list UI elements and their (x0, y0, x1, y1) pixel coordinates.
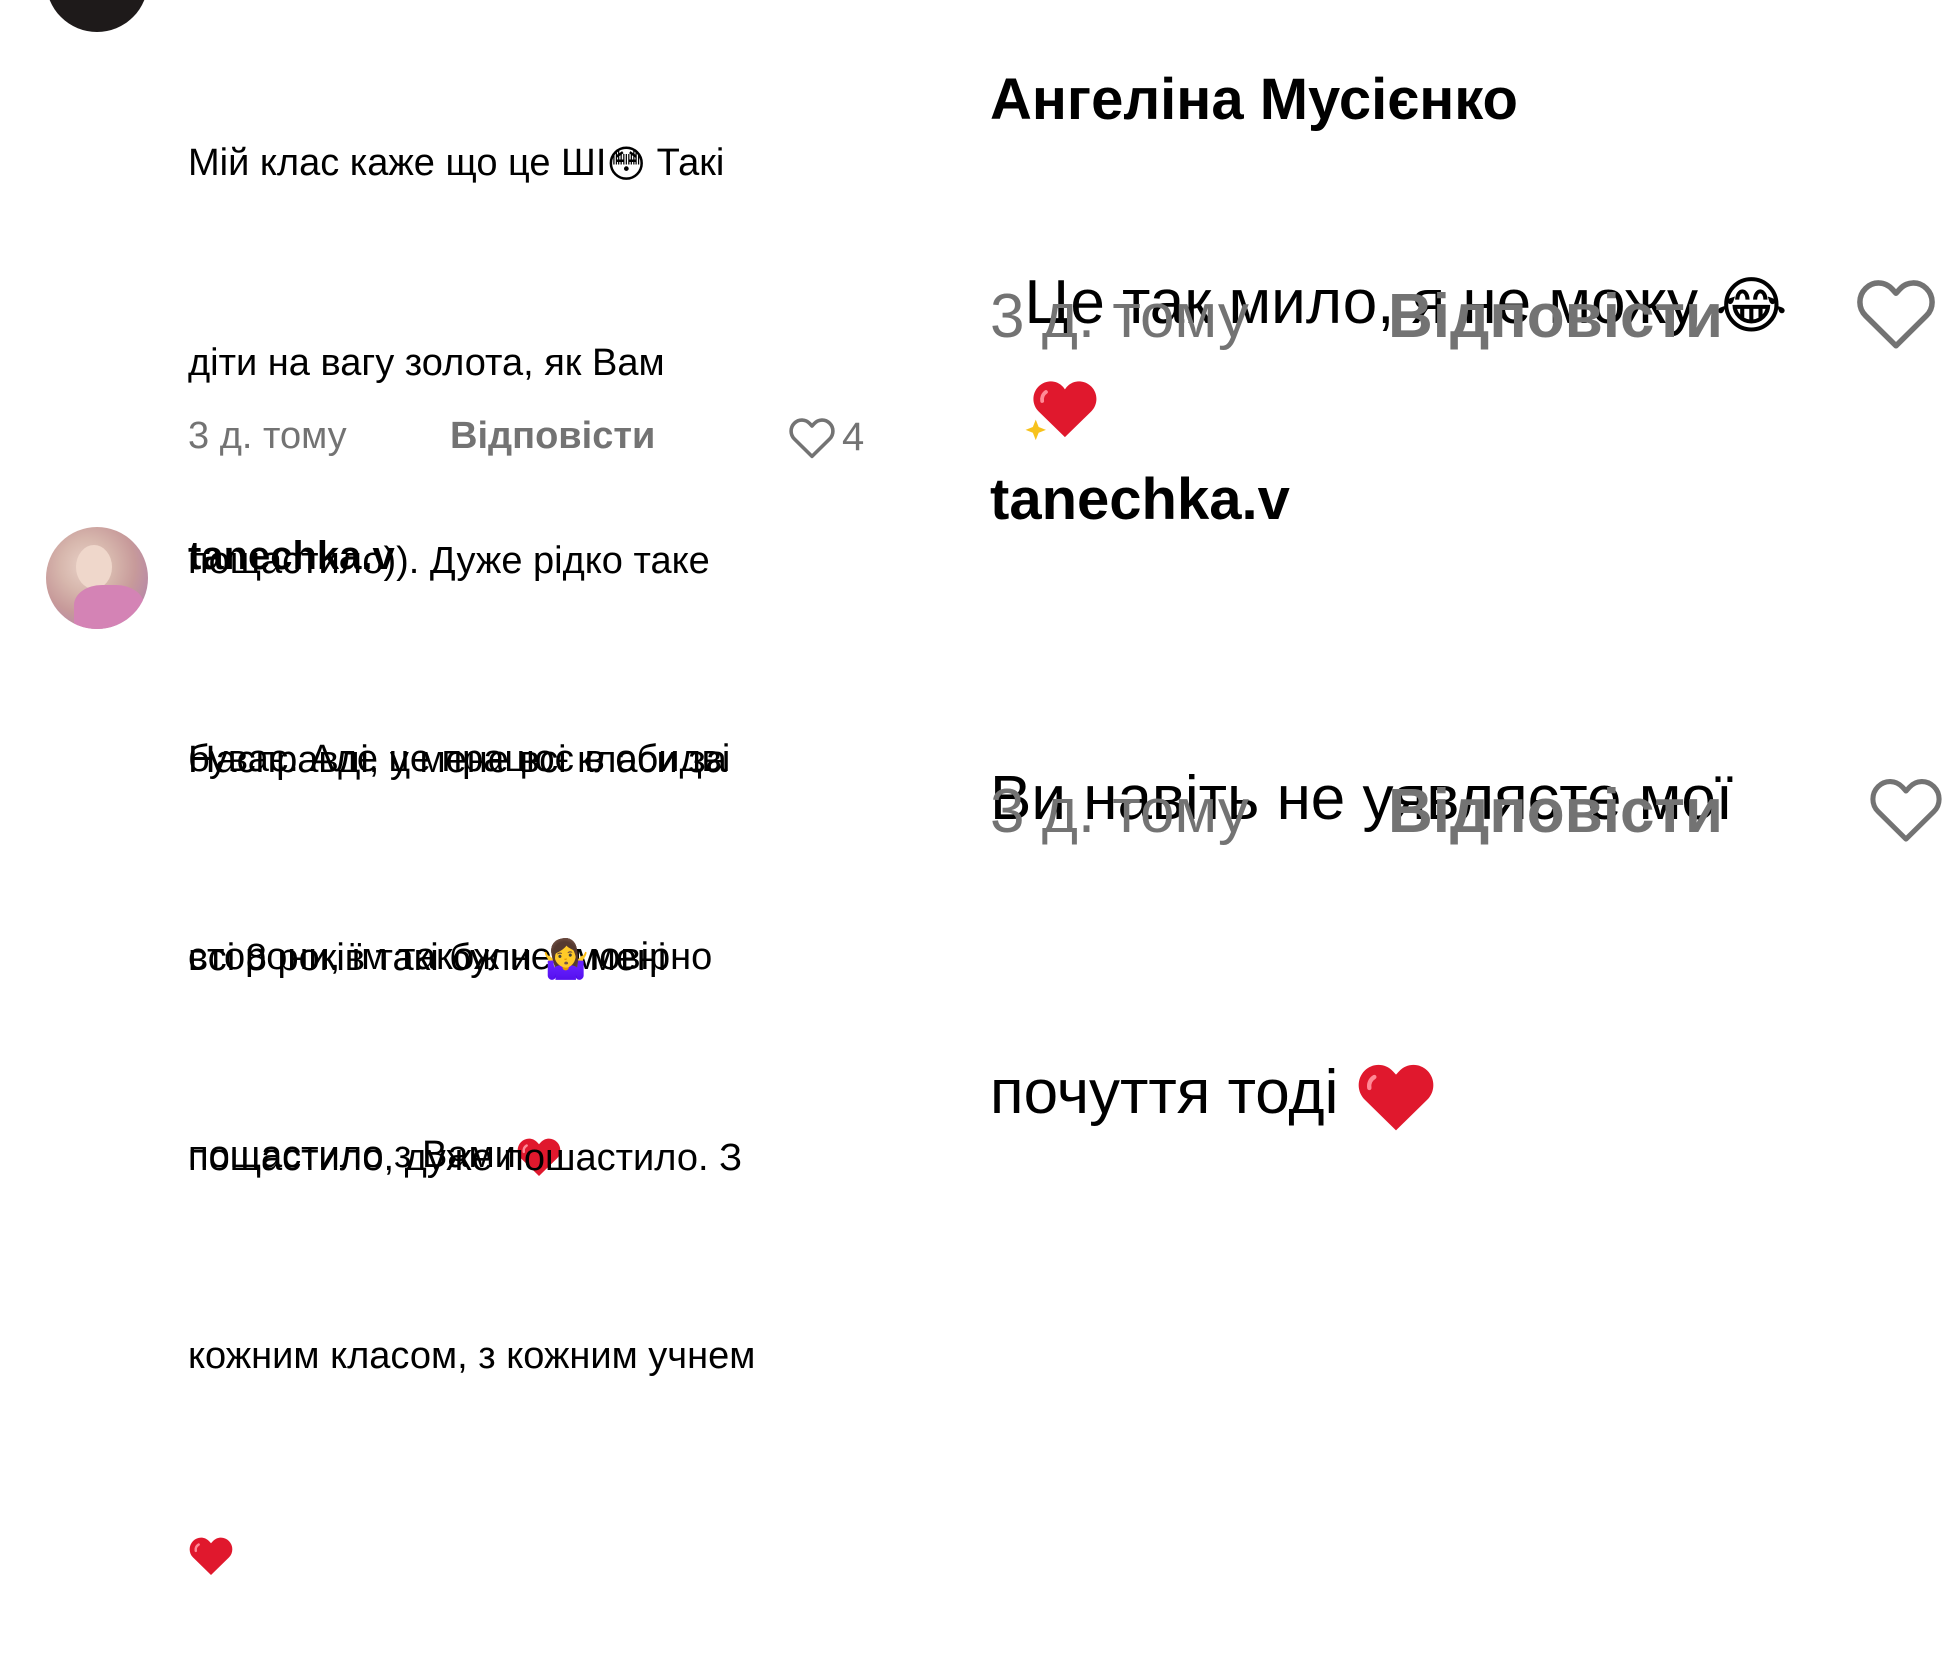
reply-button[interactable]: Відповісти (450, 415, 655, 458)
heart-outline-icon (1857, 280, 1935, 349)
avatar[interactable] (46, 0, 148, 32)
comment-username[interactable]: Ангеліна Мусієнко (990, 66, 1518, 133)
avatar[interactable] (46, 527, 148, 629)
like-button[interactable] (1854, 276, 1938, 357)
red-heart-icon (189, 1537, 233, 1575)
like-button[interactable] (1868, 772, 1944, 853)
comment-username[interactable]: tanechka.v (990, 466, 1290, 533)
like-button[interactable]: 4 (788, 415, 864, 460)
comment-text: Насправді, у мене всі класи за всі 8 рок… (188, 595, 908, 1653)
like-count: 4 (842, 415, 865, 459)
sparkling-heart-icon (1025, 381, 1097, 441)
reply-button[interactable]: Відповісти (1388, 281, 1723, 352)
comment-timestamp: 3 д. тому (990, 777, 1249, 846)
tears-of-joy-emoji: 😂 (1715, 271, 1788, 341)
comment-username[interactable]: tanechka.v (188, 534, 395, 579)
reply-button[interactable]: Відповісти (1388, 776, 1723, 847)
person-shrugging-emoji: 🤷‍♀️ (542, 938, 590, 981)
comment-timestamp: 3 д. тому (990, 282, 1249, 351)
comment-text: Ви навіть не уявляєте мої почуття тоді (990, 554, 1940, 1240)
red-heart-icon (1358, 1064, 1433, 1130)
comment-timestamp: 3 д. тому (188, 415, 347, 457)
heart-outline-icon (1870, 779, 1942, 842)
flushed-face-emoji: 😳 (606, 143, 647, 186)
heart-outline-icon (789, 417, 835, 458)
